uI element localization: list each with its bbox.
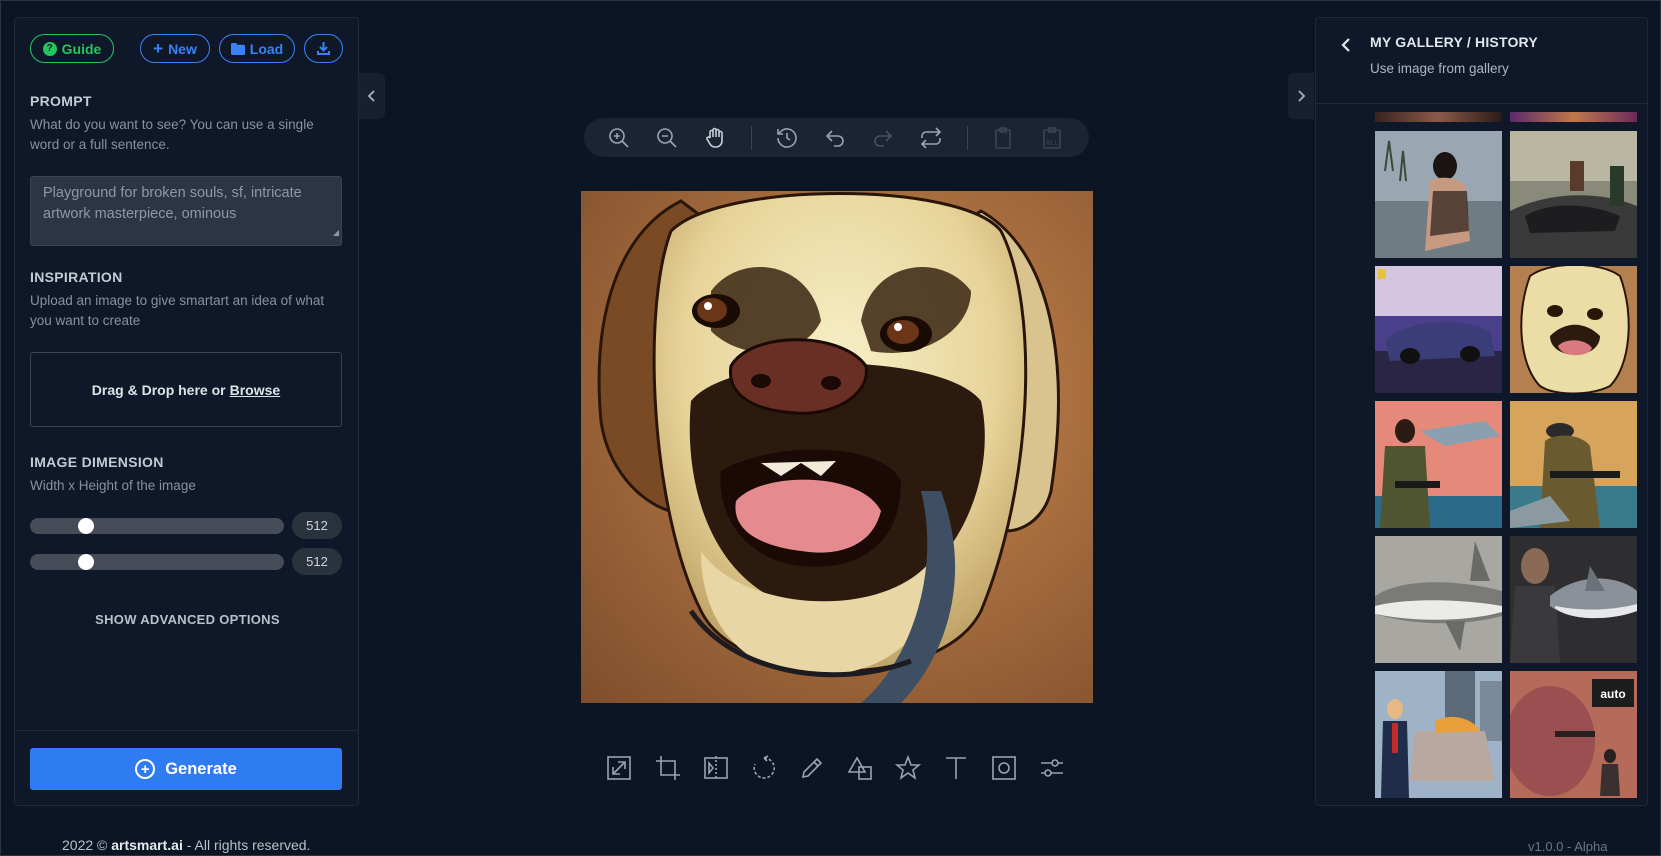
star-icon[interactable] <box>895 755 921 781</box>
plus-icon: + <box>153 39 164 58</box>
resize-grip-icon[interactable]: ◢ <box>333 222 339 243</box>
load-button[interactable]: Load <box>219 34 295 63</box>
gallery-thumb[interactable] <box>1510 266 1637 393</box>
collapse-right-panel-button[interactable] <box>1288 73 1314 119</box>
prompt-placeholder: Playground for broken souls, sf, intrica… <box>43 185 302 222</box>
gallery-panel: MY GALLERY / HISTORY Use image from gall… <box>1315 17 1648 806</box>
new-button[interactable]: + New <box>140 34 210 63</box>
generate-label: Generate <box>165 759 237 778</box>
prompt-title: PROMPT <box>30 93 92 109</box>
width-value: 512 <box>292 512 342 539</box>
resize-icon[interactable] <box>606 755 632 781</box>
load-label: Load <box>249 40 284 57</box>
generate-button[interactable]: + Generate <box>30 748 342 790</box>
zoom-in-icon[interactable] <box>607 126 631 150</box>
dimension-description: Width x Height of the image <box>30 478 196 493</box>
toolbar-separator <box>751 126 752 150</box>
brand-link[interactable]: artsmart.ai <box>111 837 183 853</box>
gallery-thumb[interactable]: auto <box>1510 671 1637 798</box>
toolbar-separator <box>967 126 968 150</box>
redo-icon[interactable] <box>871 126 895 150</box>
guide-label: Guide <box>61 40 102 57</box>
clear-all-icon[interactable]: ALL <box>1040 126 1064 150</box>
dimension-title: IMAGE DIMENSION <box>30 454 164 470</box>
generated-image-dog[interactable] <box>581 191 1093 703</box>
download-button[interactable] <box>304 34 343 63</box>
clipboard-icon[interactable] <box>991 126 1015 150</box>
copyright-footer: 2022 © artsmart.ai - All rights reserved… <box>62 837 310 853</box>
canvas-toolbar: ALL <box>584 118 1089 157</box>
crop-icon[interactable] <box>655 755 681 781</box>
plus-circle-icon: + <box>135 759 156 779</box>
new-label: New <box>168 40 197 57</box>
gallery-header: MY GALLERY / HISTORY Use image from gall… <box>1316 18 1647 104</box>
prompt-description: What do you want to see? You can use a s… <box>30 117 314 152</box>
height-slider[interactable] <box>30 554 284 570</box>
gallery-thumb[interactable] <box>1510 131 1637 258</box>
height-value: 512 <box>292 548 342 575</box>
svg-text:ALL: ALL <box>1046 140 1059 147</box>
collapse-left-panel-button[interactable] <box>359 73 385 119</box>
width-slider-thumb[interactable] <box>77 518 94 534</box>
gallery-thumb[interactable] <box>1375 112 1502 122</box>
zoom-out-icon[interactable] <box>655 126 679 150</box>
browse-link[interactable]: Browse <box>230 382 281 398</box>
panel-divider <box>15 730 358 731</box>
gallery-thumb[interactable] <box>1510 401 1637 528</box>
inspiration-description: Upload an image to give smartart an idea… <box>30 293 325 328</box>
copyright-year: 2022 © <box>62 837 108 853</box>
repeat-icon[interactable] <box>919 126 943 150</box>
gallery-thumb[interactable] <box>1375 401 1502 528</box>
mask-icon[interactable] <box>991 755 1017 781</box>
rights-text: - All rights reserved. <box>186 837 311 853</box>
rotate-icon[interactable] <box>751 755 777 781</box>
adjustments-icon[interactable] <box>1039 755 1065 781</box>
folder-icon <box>230 42 245 55</box>
flip-icon[interactable] <box>703 755 729 781</box>
height-slider-thumb[interactable] <box>77 554 94 570</box>
prompt-input[interactable]: Playground for broken souls, sf, intrica… <box>30 176 342 246</box>
gallery-title: MY GALLERY / HISTORY <box>1370 34 1538 50</box>
left-panel: ? Guide + New Load PROMPT What do you wa… <box>14 17 359 806</box>
pan-hand-icon[interactable] <box>703 126 727 150</box>
show-advanced-options-button[interactable]: SHOW ADVANCED OPTIONS <box>15 612 360 627</box>
gallery-thumb[interactable] <box>1510 536 1637 663</box>
gallery-thumb[interactable] <box>1375 536 1502 663</box>
undo-icon[interactable] <box>823 126 847 150</box>
shapes-icon[interactable] <box>847 755 873 781</box>
drop-text: Drag & Drop here or <box>91 381 226 398</box>
guide-button[interactable]: ? Guide <box>30 34 114 63</box>
gallery-thumb[interactable] <box>1375 131 1502 258</box>
top-buttons: ? Guide + New Load <box>30 34 343 64</box>
gallery-thumb[interactable] <box>1375 266 1502 393</box>
chevron-right-icon <box>1298 90 1306 102</box>
chevron-left-icon <box>367 90 375 102</box>
svg-text:auto: auto <box>1600 687 1625 701</box>
text-icon[interactable] <box>943 755 969 781</box>
history-icon[interactable] <box>775 126 799 150</box>
width-slider[interactable] <box>30 518 284 534</box>
gallery-thumb[interactable] <box>1510 112 1637 122</box>
help-icon: ? <box>42 41 57 56</box>
inspiration-title: INSPIRATION <box>30 269 123 285</box>
download-icon <box>317 42 330 55</box>
gallery-subtitle: Use image from gallery <box>1370 61 1509 76</box>
version-label: v1.0.0 - Alpha <box>1528 839 1608 854</box>
image-drop-zone[interactable]: Drag & Drop here or Browse <box>30 352 342 427</box>
back-arrow-icon[interactable] <box>1341 38 1351 52</box>
gallery-thumb[interactable] <box>1375 671 1502 798</box>
pencil-icon[interactable] <box>799 755 825 781</box>
